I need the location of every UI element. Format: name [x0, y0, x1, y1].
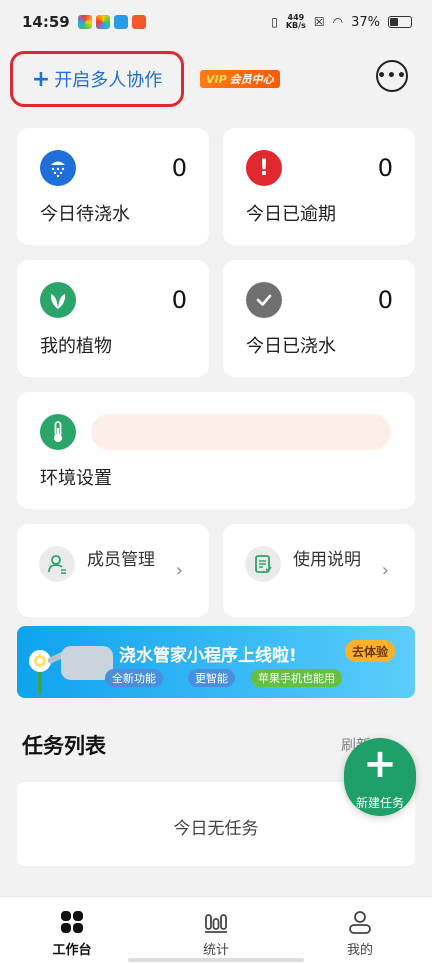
member-icon	[39, 546, 75, 582]
status-bar: 14:59 ▯ 449 KB/s ☒ ◠ 37%	[0, 0, 432, 44]
message-icon[interactable]: •••	[376, 60, 408, 92]
thermometer-icon	[40, 414, 76, 450]
start-collaboration-button[interactable]: + 开启多人协作	[10, 51, 184, 107]
stat-count: 0	[171, 154, 187, 182]
home-indicator	[128, 958, 304, 962]
stat-card-watered[interactable]: 0 今日已浇水	[223, 260, 415, 377]
stat-label: 我的植物	[40, 336, 112, 357]
environment-settings-card[interactable]: 环境设置	[17, 392, 415, 509]
watering-icon	[40, 150, 76, 186]
env-label: 环境设置	[40, 468, 112, 489]
flower-illustration	[38, 672, 42, 694]
stat-count: 0	[171, 286, 187, 314]
sim-icon: ☒	[313, 15, 325, 29]
new-task-button[interactable]: + 新建任务	[344, 738, 416, 816]
alert-icon: !	[246, 150, 282, 186]
banner-tag: 苹果手机也能用	[251, 669, 342, 687]
wifi-icon: ◠	[332, 15, 344, 29]
stats-icon	[205, 914, 227, 933]
stat-label: 今日已逾期	[246, 204, 336, 225]
banner-tag: 全新功能	[105, 669, 163, 687]
stat-count: 0	[377, 154, 393, 182]
tab-label: 我的	[346, 943, 373, 958]
vibrate-icon: ▯	[271, 15, 278, 29]
collab-label: 开启多人协作	[54, 70, 163, 91]
profile-icon	[349, 911, 371, 934]
leaf-icon	[40, 282, 76, 318]
workbench-icon	[61, 911, 83, 933]
banner-tag: 更智能	[188, 669, 235, 687]
bottom-tab-bar: 工作台 统计 我的	[0, 896, 432, 964]
app-notification-icon	[77, 15, 92, 29]
chevron-right-icon: ›	[175, 560, 183, 581]
net-speed: 449 KB/s	[286, 14, 306, 30]
shortcut-label: 使用说明	[293, 550, 361, 570]
app-notification-icon	[95, 15, 110, 29]
vip-prefix: VIP	[206, 72, 227, 86]
stat-label: 今日待浇水	[40, 204, 130, 225]
vip-label: 会员中心	[229, 73, 274, 86]
status-time: 14:59	[22, 13, 70, 31]
plus-icon: +	[363, 741, 397, 787]
plus-icon: +	[31, 66, 51, 92]
check-icon	[246, 282, 282, 318]
shortcut-label: 成员管理	[87, 550, 155, 570]
stat-card-overdue[interactable]: ! 0 今日已逾期	[223, 128, 415, 245]
app-notification-icon	[131, 15, 146, 29]
new-task-label: 新建任务	[355, 796, 404, 810]
net-speed-unit: KB/s	[285, 21, 306, 30]
try-it-button[interactable]: 去体验	[345, 640, 396, 662]
manual-icon	[245, 546, 281, 582]
vip-center-badge[interactable]: VIP 会员中心	[200, 70, 280, 88]
task-list-title: 任务列表	[22, 734, 106, 758]
stat-card-my-plants[interactable]: 0 我的植物	[17, 260, 209, 377]
tab-label: 工作台	[52, 943, 92, 958]
environment-info-bar	[91, 414, 391, 450]
stat-card-pending-watering[interactable]: 0 今日待浇水	[17, 128, 209, 245]
tab-profile[interactable]: 我的	[288, 897, 432, 964]
empty-message: 今日无任务	[173, 819, 259, 839]
stat-label: 今日已浇水	[246, 336, 336, 357]
page-header: + 开启多人协作 VIP 会员中心 •••	[0, 44, 432, 114]
mini-program-banner[interactable]: 浇水管家小程序上线啦! 去体验 全新功能 更智能 苹果手机也能用	[17, 626, 415, 698]
status-app-icons	[77, 15, 146, 29]
battery-icon	[388, 16, 412, 28]
tab-statistics[interactable]: 统计	[144, 897, 288, 964]
banner-title: 浇水管家小程序上线啦!	[119, 646, 297, 666]
chevron-right-icon: ›	[381, 560, 389, 581]
stat-count: 0	[377, 286, 393, 314]
tab-workbench[interactable]: 工作台	[0, 897, 144, 964]
tab-label: 统计	[202, 943, 229, 958]
battery-percent: 37%	[351, 14, 380, 30]
user-guide-card[interactable]: 使用说明 ›	[223, 524, 415, 617]
member-management-card[interactable]: 成员管理 ›	[17, 524, 209, 617]
app-notification-icon	[113, 15, 128, 29]
